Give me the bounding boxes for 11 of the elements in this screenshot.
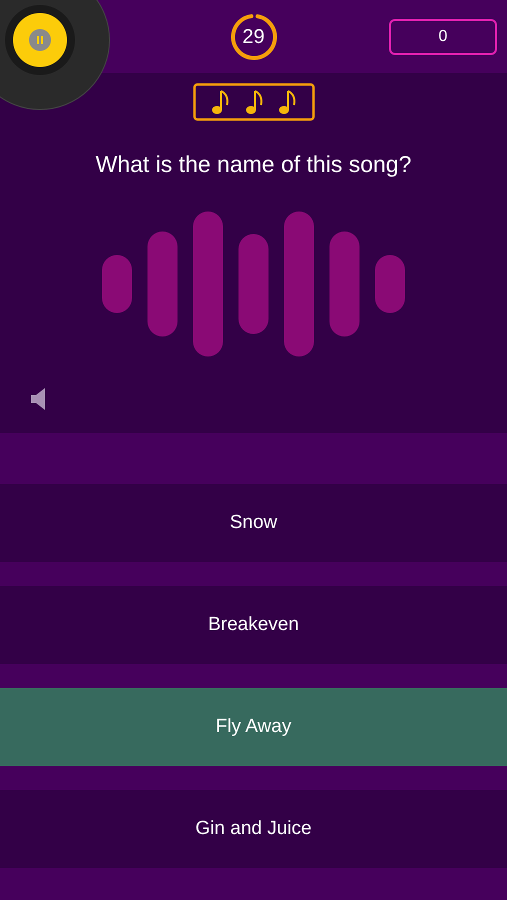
answer-option[interactable]: Gin and Juice: [0, 790, 507, 868]
score-counter: 0: [389, 19, 497, 55]
speaker-icon[interactable]: [31, 388, 47, 410]
pause-button[interactable]: [13, 13, 67, 67]
question-text: What is the name of this song?: [96, 150, 412, 179]
answer-option[interactable]: Breakeven: [0, 586, 507, 664]
timer-value: 29: [242, 24, 265, 50]
pause-icon: [29, 29, 51, 51]
answer-option[interactable]: Snow: [0, 484, 507, 562]
answer-option[interactable]: Fly Away: [0, 688, 507, 766]
lives-notes-icon: [192, 83, 314, 121]
